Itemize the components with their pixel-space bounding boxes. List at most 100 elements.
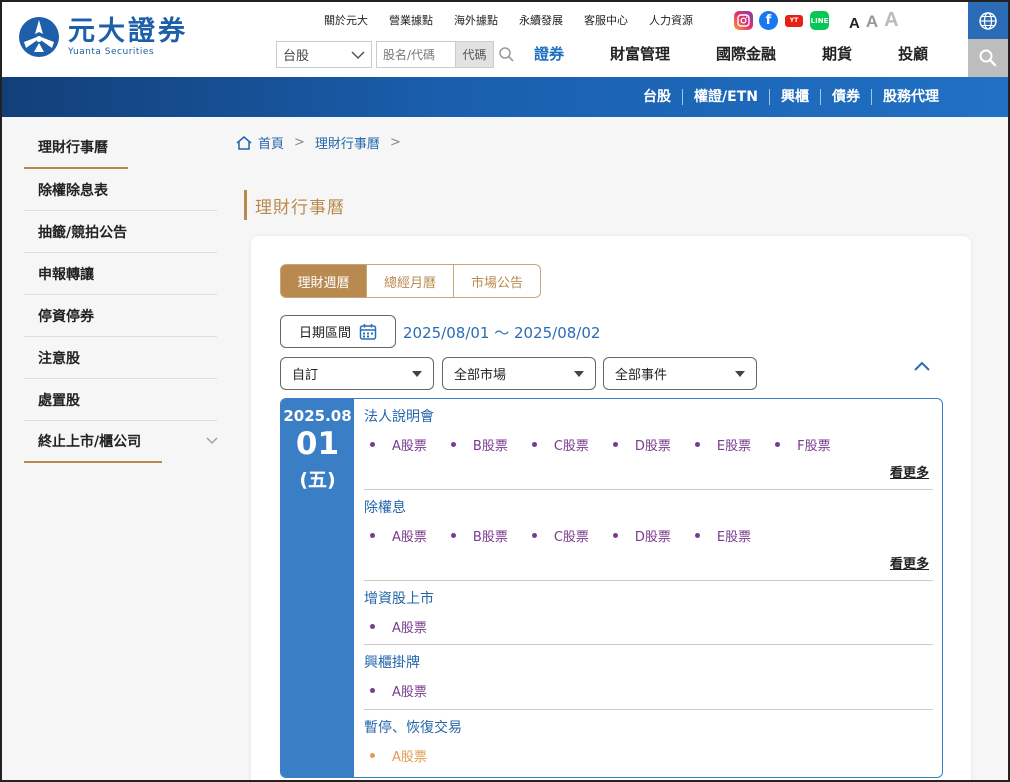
mainnav-wealth[interactable]: 財富管理 [610,43,670,64]
mainnav-securities[interactable]: 證券 [534,43,564,64]
home-icon[interactable] [236,135,252,150]
event-items: A股票 [364,737,933,765]
facebook-icon[interactable]: f [759,11,778,30]
collapse-chevron-up-icon[interactable] [913,360,931,372]
sidebar: 理財行事曆 除權除息表 抽籤/競拍公告 申報轉讓 停資停券 注意股 處置股 終止… [24,127,218,463]
caret-down-icon [574,370,584,377]
stock-search-input[interactable] [376,41,456,68]
tab-market-notice[interactable]: 市場公告 [454,264,541,298]
page-frame: 元大證券 Yuanta Securities 關於元大 營業據點 海外據點 永續… [0,0,1010,782]
event-title: 除權息 [364,500,406,516]
subnav-bonds[interactable]: 債券 [821,89,872,105]
see-more-link[interactable]: 看更多 [890,462,929,481]
sidebar-item-attention[interactable]: 注意股 [24,337,217,379]
tab-monthly[interactable]: 總經月曆 [367,264,454,298]
brand-name: 元大證券 [68,15,188,47]
sidebar-item-suspension[interactable]: 停資停券 [24,295,217,337]
event-stock-link[interactable]: D股票 [613,435,671,454]
toplink-overseas[interactable]: 海外據點 [454,12,498,28]
event-stock-link[interactable]: C股票 [532,435,589,454]
calendar-year-month: 2025.08 [283,407,352,425]
language-button[interactable] [968,2,1008,39]
filter-event-dropdown[interactable]: 全部事件 [603,357,757,390]
sidebar-item-lottery[interactable]: 抽籤/競拍公告 [24,211,217,253]
chevron-down-icon [351,50,365,59]
font-size-large-button[interactable]: A [884,9,898,32]
event-stock-link[interactable]: C股票 [532,526,589,545]
event-stock-link[interactable]: E股票 [695,435,751,454]
event-stock-link[interactable]: B股票 [451,526,508,545]
font-size-small-button[interactable]: A [849,15,860,32]
date-range-button-label: 日期區間 [298,326,351,341]
toplink-sustainability[interactable]: 永續發展 [519,12,563,28]
sidebar-item-dividend[interactable]: 除權除息表 [24,169,217,211]
mainnav-futures[interactable]: 期貨 [822,43,852,64]
subnav-warrant-etn[interactable]: 權證/ETN [683,89,770,105]
market-select-value: 台股 [283,49,310,64]
breadcrumb-current[interactable]: 理財行事曆 [315,133,380,152]
caret-down-icon [735,370,745,377]
market-select[interactable]: 台股 [276,41,372,68]
calendar-day: 01 [295,426,340,462]
event-stock-link[interactable]: D股票 [613,526,671,545]
event-stock-link[interactable]: A股票 [370,526,427,545]
instagram-icon[interactable] [734,11,753,30]
filter-period-value: 自訂 [292,368,319,383]
content-area: 理財行事曆 除權除息表 抽籤/競拍公告 申報轉讓 停資停券 注意股 處置股 終止… [2,117,1008,780]
search-icon [979,49,997,67]
toplink-hr[interactable]: 人力資源 [649,12,693,28]
sidebar-item-transfer[interactable]: 申報轉讓 [24,253,217,295]
filter-event-value: 全部事件 [615,368,668,383]
youtube-icon[interactable]: YT [784,11,804,30]
font-size-medium-button[interactable]: A [866,12,878,32]
mainnav-advisory[interactable]: 投顧 [898,43,928,64]
toplink-service[interactable]: 客服中心 [584,12,628,28]
subnav-stock-agency[interactable]: 股務代理 [872,89,950,105]
font-size-controls: A A A [849,9,899,32]
calendar-date-column: 2025.08 01 (五) [281,399,354,777]
breadcrumb-separator: > [389,135,401,150]
event-title: 法人說明會 [364,409,434,425]
sidebar-item-delisted[interactable]: 終止上市/櫃公司 [24,421,218,463]
subnav-taiwan-stock[interactable]: 台股 [632,89,684,105]
event-stock-link[interactable]: A股票 [370,746,427,765]
event-stock-link[interactable]: F股票 [775,435,830,454]
date-range-text: 2025/08/01 ～ 2025/08/02 [403,324,601,342]
event-stock-link[interactable]: A股票 [370,681,427,700]
subnav-emerging[interactable]: 興櫃 [770,89,821,105]
event-group-suspension: 暫停、恢復交易 A股票 [364,710,933,777]
toplink-branches[interactable]: 營業據點 [389,12,433,28]
sidebar-item-disposal[interactable]: 處置股 [24,379,217,421]
calendar-icon [359,323,377,340]
event-stock-link[interactable]: B股票 [451,435,508,454]
breadcrumb-home[interactable]: 首頁 [258,133,284,152]
date-range-button[interactable]: 日期區間 [280,315,396,348]
event-group-briefing: 法人說明會 A股票 B股票 C股票 D股票 E股票 F股票 看更多 [364,399,933,490]
event-items: A股票 [364,608,933,636]
line-icon[interactable]: LINE [810,11,829,30]
event-stock-link[interactable]: A股票 [370,435,427,454]
main-nav: 證券 財富管理 國際金融 期貨 投顧 [534,43,974,64]
event-group-ex-dividend: 除權息 A股票 B股票 C股票 D股票 E股票 看更多 [364,490,933,581]
filter-market-dropdown[interactable]: 全部市場 [442,357,596,390]
stock-search-icon[interactable] [498,46,515,63]
top-links: 關於元大 營業據點 海外據點 永續發展 客服中心 人力資源 [324,12,714,28]
event-title: 興櫃掛牌 [364,655,420,671]
event-list: 法人說明會 A股票 B股票 C股票 D股票 E股票 F股票 看更多 除權息 A股… [354,399,942,777]
breadcrumb: 首頁 > 理財行事曆 > [236,133,405,152]
brand-logo[interactable]: 元大證券 Yuanta Securities [18,16,188,58]
event-stock-link[interactable]: E股票 [695,526,751,545]
tab-weekly[interactable]: 理財週曆 [280,264,367,298]
code-label: 代碼 [456,41,494,68]
mainnav-international[interactable]: 國際金融 [716,43,776,64]
toplink-about[interactable]: 關於元大 [324,12,368,28]
filter-period-dropdown[interactable]: 自訂 [280,357,434,390]
filter-market-value: 全部市場 [454,368,507,383]
yuanta-logo-icon [19,17,59,57]
caret-down-icon [412,370,422,377]
page-title: 理財行事曆 [244,190,345,220]
event-stock-link[interactable]: A股票 [370,617,427,636]
see-more-link[interactable]: 看更多 [890,553,929,572]
sidebar-item-calendar[interactable]: 理財行事曆 [24,127,128,169]
event-title: 暫停、恢復交易 [364,720,462,736]
